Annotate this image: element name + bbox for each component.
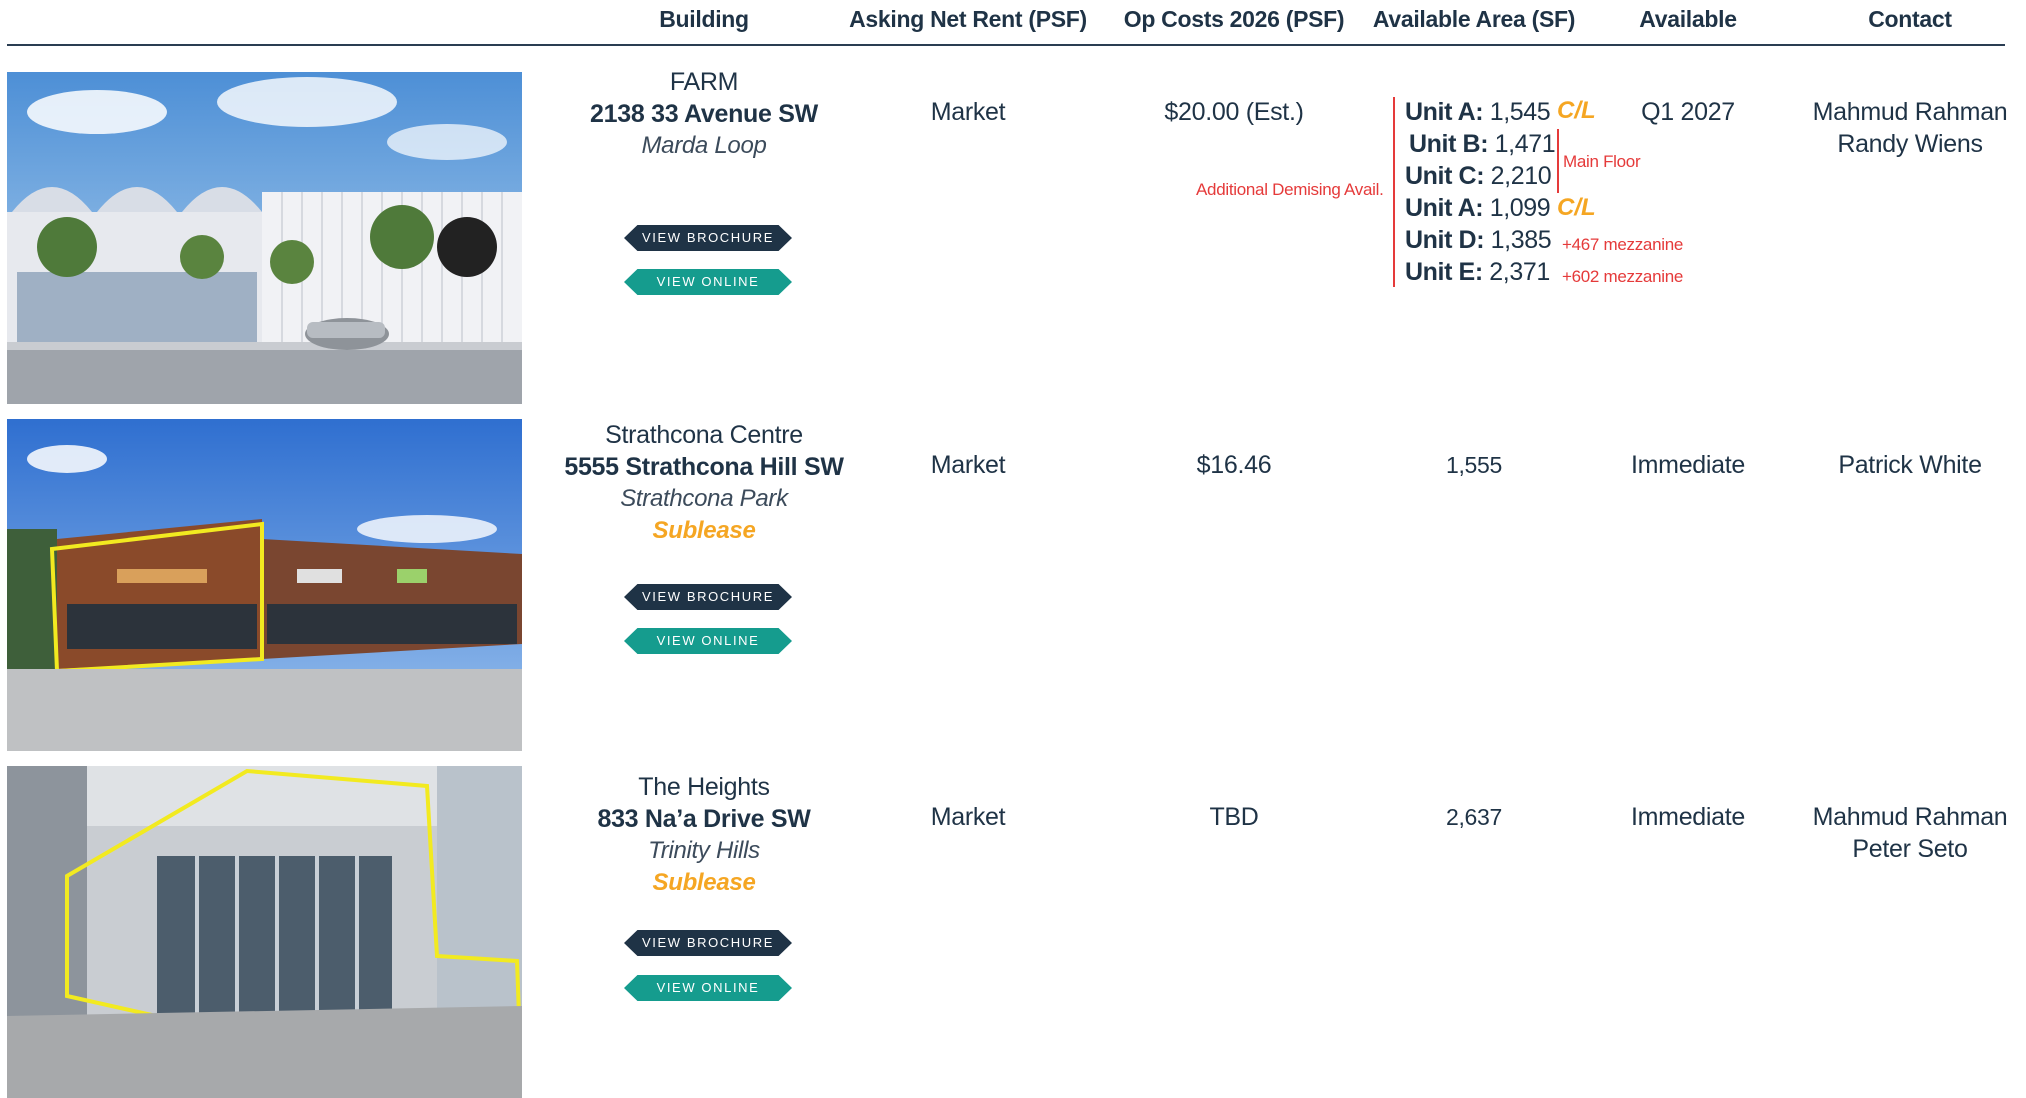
farm-unit-row: Unit E: 2,371 [1405, 258, 1550, 287]
farm-unit-a-cl-tag: C/L [1557, 97, 1596, 124]
heights-available-area: 2,637 [1445, 804, 1503, 830]
strathcona-building-name: Strathcona Centre [605, 421, 803, 449]
heights-op-costs: TBD [1209, 803, 1259, 831]
farm-demising-note: Additional Demising Avail. [1196, 180, 1384, 199]
farm-unit-row: Unit C: 2,210 [1405, 162, 1552, 191]
strathcona-op-costs: $16.46 [1196, 451, 1272, 479]
farm-contact-2: Randy Wiens [1837, 130, 1983, 158]
heights-view-brochure-button[interactable]: VIEW BROCHURE [624, 930, 792, 956]
unit-label: Unit A: [1405, 194, 1484, 222]
farm-main-floor-note: Main Floor [1563, 152, 1641, 171]
strathcona-sublease-badge: Sublease [652, 517, 756, 544]
farm-unit-d-mezzanine: +467 mezzanine [1562, 235, 1684, 254]
farm-unit-a2-cl-tag: C/L [1557, 194, 1596, 221]
header-asking-rent: Asking Net Rent (PSF) [849, 6, 1087, 32]
unit-label: Unit D: [1405, 226, 1485, 254]
strathcona-asking-rent: Market [930, 451, 1006, 479]
unit-size: 1,385 [1490, 226, 1552, 254]
strathcona-available: Immediate [1630, 451, 1746, 479]
unit-size: 2,371 [1489, 258, 1550, 286]
unit-size: 2,210 [1490, 162, 1552, 190]
strathcona-view-online-button[interactable]: VIEW ONLINE [624, 628, 792, 654]
header-available-area: Available Area (SF) [1372, 6, 1576, 32]
header-contact: Contact [1868, 6, 1952, 32]
strathcona-view-brochure-button[interactable]: VIEW BROCHURE [624, 584, 792, 610]
farm-unit-row: Unit B: 1,471 [1409, 130, 1556, 159]
unit-size: 1,471 [1494, 130, 1556, 158]
unit-label: Unit C: [1405, 162, 1485, 190]
the-heights-photo [7, 766, 522, 1098]
heights-sublease-badge: Sublease [652, 869, 756, 896]
heights-view-online-button[interactable]: VIEW ONLINE [624, 975, 792, 1001]
header-divider [7, 44, 2005, 46]
farm-unit-row: Unit A: 1,099 [1405, 194, 1551, 223]
strathcona-building-area: Strathcona Park [620, 485, 788, 512]
farm-units-bracket [1393, 97, 1395, 287]
heights-building-area: Trinity Hills [648, 837, 760, 864]
farm-available: Q1 2027 [1641, 98, 1735, 126]
unit-label: Unit A: [1405, 98, 1484, 126]
main-floor-bracket [1557, 129, 1559, 193]
strathcona-centre-photo [7, 419, 522, 751]
farm-contact-1: Mahmud Rahman [1812, 98, 2008, 126]
strathcona-contact-1: Patrick White [1838, 451, 1982, 479]
heights-building-address: 833 Na’a Drive SW [597, 805, 811, 833]
unit-label: Unit E: [1405, 258, 1483, 286]
farm-op-costs: $20.00 (Est.) [1164, 98, 1304, 126]
farm-asking-rent: Market [930, 98, 1006, 126]
header-op-costs: Op Costs 2026 (PSF) [1123, 6, 1345, 32]
header-available: Available [1639, 6, 1737, 32]
heights-available: Immediate [1630, 803, 1746, 831]
strathcona-available-area: 1,555 [1445, 452, 1503, 478]
farm-view-brochure-button[interactable]: VIEW BROCHURE [624, 225, 792, 251]
strathcona-building-address: 5555 Strathcona Hill SW [564, 453, 844, 481]
heights-asking-rent: Market [930, 803, 1006, 831]
farm-unit-e-mezzanine: +602 mezzanine [1562, 267, 1684, 286]
unit-label: Unit B: [1409, 130, 1489, 158]
farm-view-online-button[interactable]: VIEW ONLINE [624, 269, 792, 295]
farm-building-photo [7, 72, 522, 404]
farm-unit-row: Unit D: 1,385 [1405, 226, 1552, 255]
farm-building-name: FARM [669, 68, 739, 96]
farm-building-address: 2138 33 Avenue SW [590, 100, 818, 128]
unit-size: 1,545 [1489, 98, 1551, 126]
heights-contact-2: Peter Seto [1852, 835, 1968, 863]
unit-size: 1,099 [1489, 194, 1551, 222]
header-building: Building [659, 6, 749, 32]
heights-contact-1: Mahmud Rahman [1812, 803, 2008, 831]
heights-building-name: The Heights [638, 773, 770, 801]
farm-building-area: Marda Loop [641, 132, 767, 159]
farm-unit-row: Unit A: 1,545 [1405, 98, 1551, 127]
